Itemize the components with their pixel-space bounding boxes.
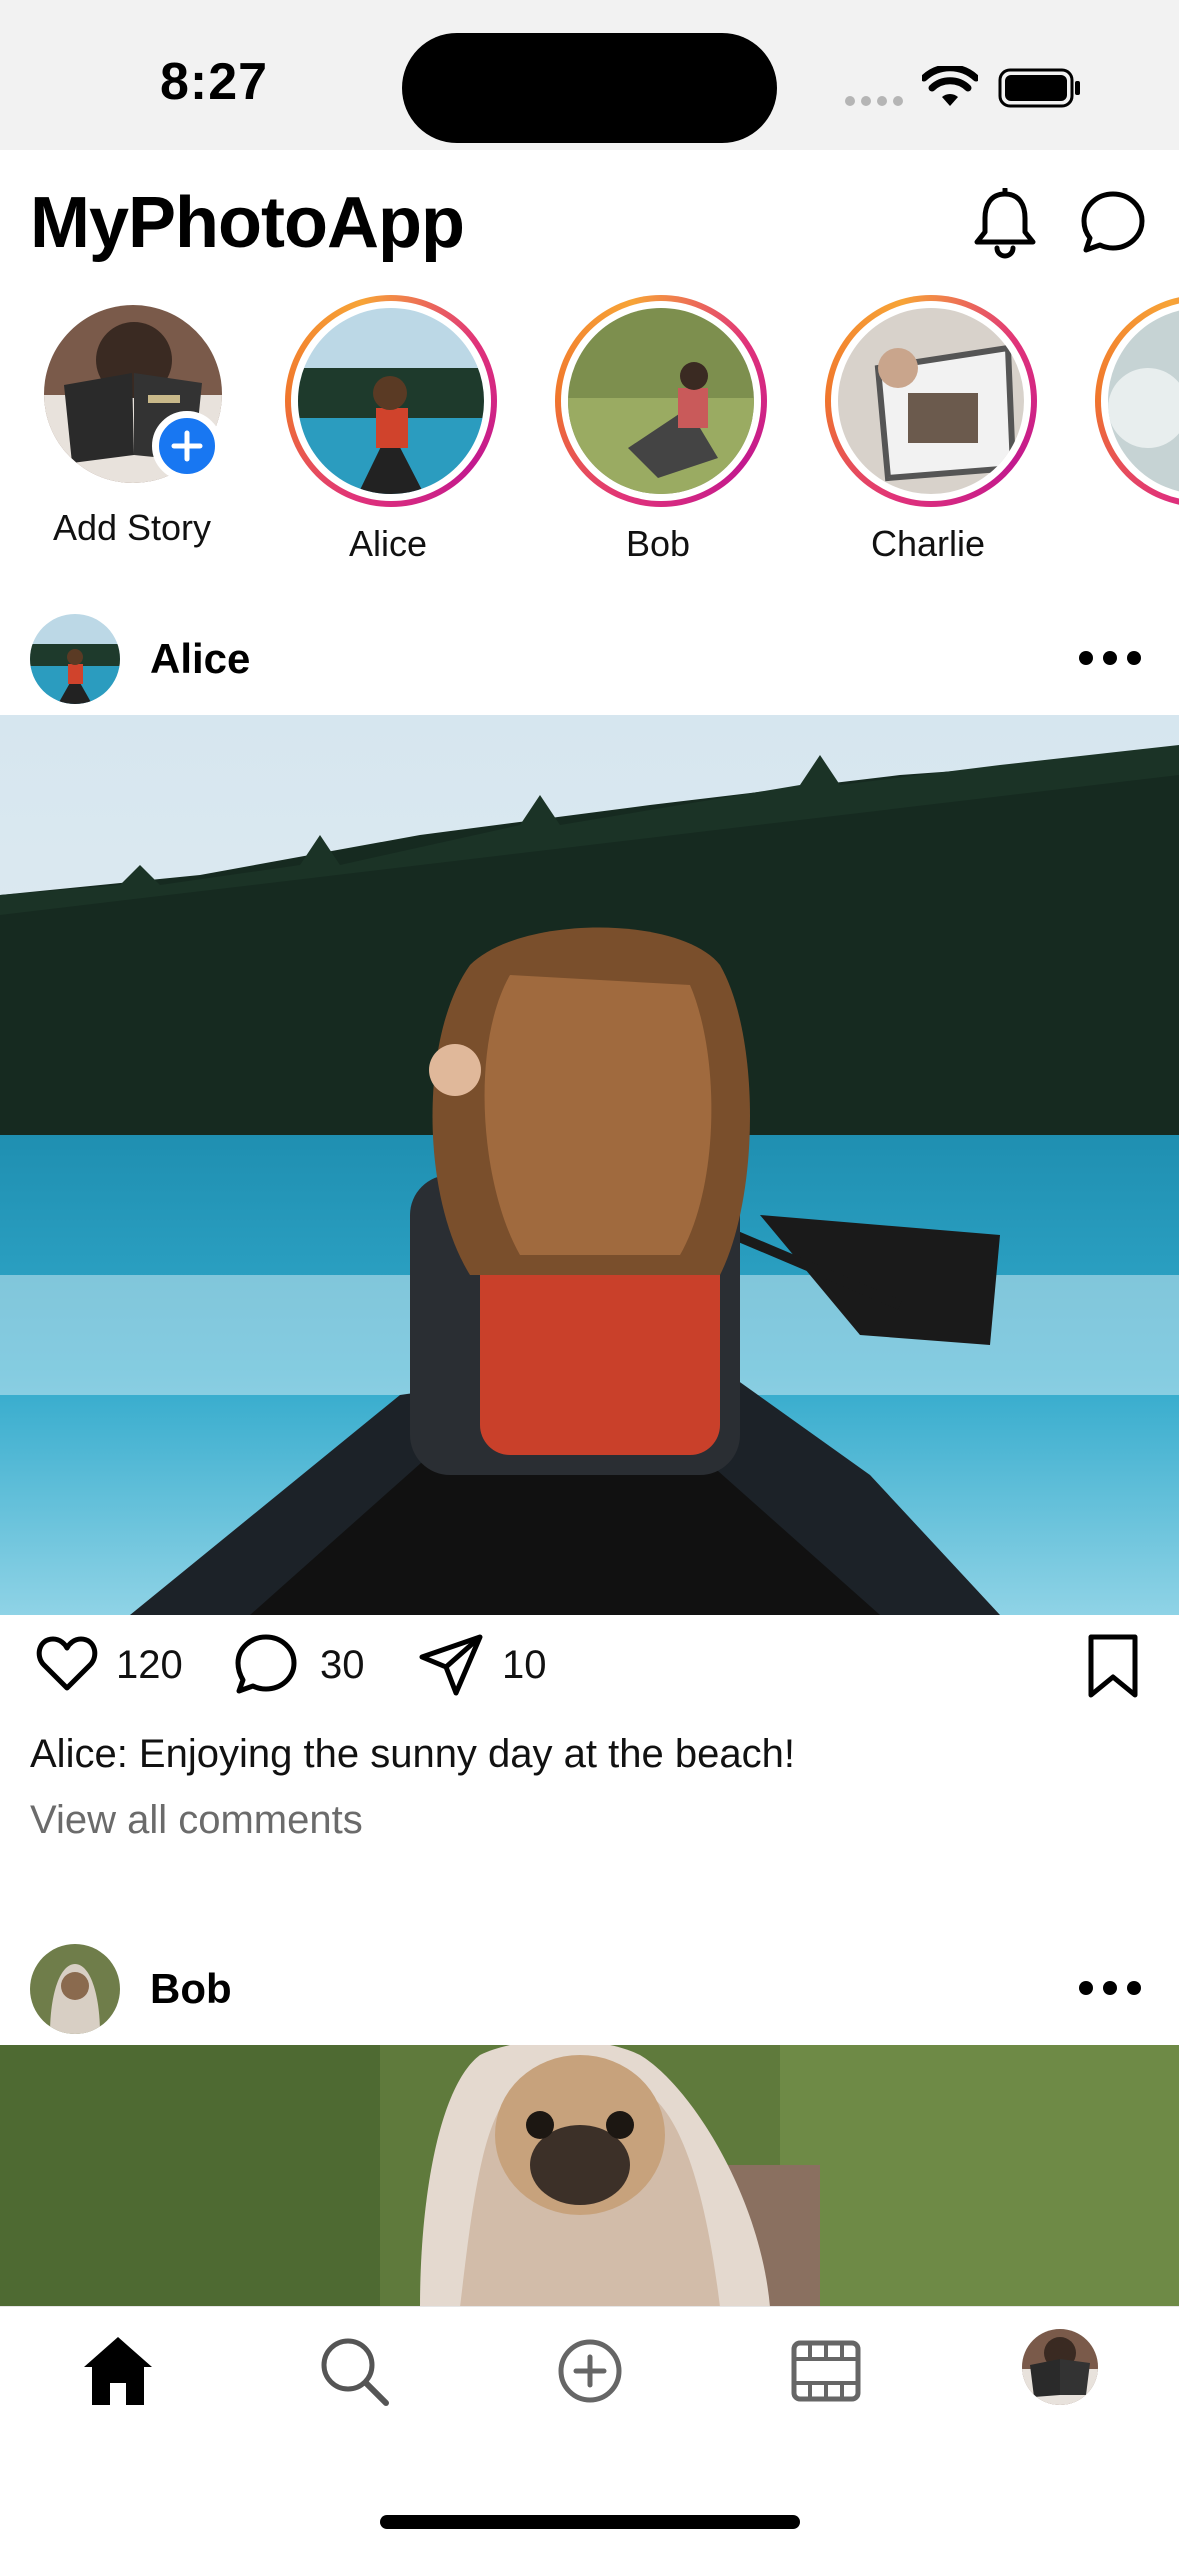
story-ring: [555, 295, 767, 507]
dynamic-island: [402, 33, 777, 143]
post-caption: Alice: Enjoying the sunny day at the bea…: [30, 1732, 795, 1776]
post-image[interactable]: [0, 715, 1179, 1615]
app-header: MyPhotoApp: [0, 150, 1179, 295]
more-options-icon[interactable]: [1078, 1980, 1142, 1996]
story-photo: [568, 308, 754, 494]
story-alice[interactable]: Alice: [268, 295, 508, 575]
bookmark-icon[interactable]: [1085, 1633, 1141, 1699]
post-username[interactable]: Alice: [150, 635, 250, 683]
cellular-signal-icon: [845, 96, 905, 106]
story-ring: [285, 295, 497, 507]
create-post-icon[interactable]: [550, 2331, 630, 2411]
share-button[interactable]: 10: [418, 1633, 558, 1699]
profile-avatar[interactable]: [1022, 2329, 1098, 2405]
heart-icon: [36, 1636, 98, 1691]
story-charlie[interactable]: Charlie: [808, 295, 1048, 575]
story-photo: [298, 308, 484, 494]
home-icon[interactable]: [78, 2331, 158, 2411]
stories-row[interactable]: Add Story Alice Bob Charlie: [0, 295, 1179, 580]
post-username[interactable]: Bob: [150, 1965, 232, 2013]
story-bob[interactable]: Bob: [538, 295, 778, 575]
view-all-comments-link[interactable]: View all comments: [30, 1798, 363, 1843]
story-d[interactable]: D: [1078, 295, 1179, 575]
story-photo: [838, 308, 1024, 494]
status-time: 8:27: [160, 53, 269, 111]
share-count: 10: [502, 1643, 547, 1687]
messages-icon[interactable]: [1078, 188, 1148, 258]
story-ring: [1095, 295, 1179, 507]
story-ring: [825, 295, 1037, 507]
add-story-button[interactable]: [152, 411, 222, 481]
post-header: Bob: [0, 1930, 1179, 2040]
battery-icon: [998, 68, 1080, 108]
post-header: Alice: [0, 600, 1179, 710]
search-icon[interactable]: [314, 2331, 394, 2411]
avatar[interactable]: [30, 614, 120, 704]
like-button[interactable]: 120: [36, 1633, 196, 1699]
post-image[interactable]: [0, 2045, 1179, 2307]
reels-icon[interactable]: [786, 2331, 866, 2411]
comment-icon: [235, 1634, 297, 1694]
comment-button[interactable]: 30: [234, 1633, 374, 1699]
home-indicator: [380, 2515, 800, 2529]
story-photo: [1108, 308, 1179, 494]
status-bar: 8:27: [0, 0, 1179, 150]
wifi-icon: [922, 66, 978, 106]
comment-count: 30: [320, 1643, 365, 1687]
avatar[interactable]: [30, 1944, 120, 2034]
more-options-icon[interactable]: [1078, 650, 1142, 666]
story-label: Bob: [625, 523, 691, 564]
story-label: Add Story: [52, 507, 212, 548]
post-actions: 120 30 10: [0, 1615, 1179, 1715]
share-icon: [419, 1634, 483, 1696]
story-label: Charlie: [870, 523, 986, 564]
story-label: Alice: [348, 523, 428, 564]
bell-icon[interactable]: [970, 188, 1040, 260]
story-add[interactable]: Add Story: [6, 295, 246, 575]
like-count: 120: [116, 1643, 183, 1687]
app-title: MyPhotoApp: [30, 183, 465, 263]
story-label: D: [1078, 523, 1179, 565]
